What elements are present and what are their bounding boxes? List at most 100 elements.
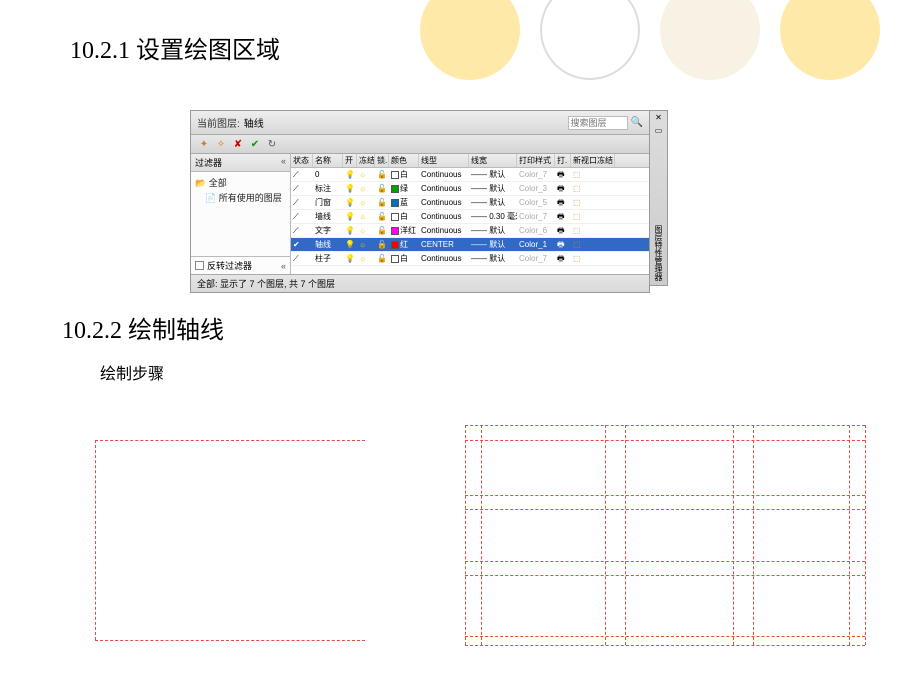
col-lineweight[interactable]: 线宽 (469, 154, 517, 167)
close-icon[interactable]: ✕ (655, 111, 662, 124)
lightbulb-icon[interactable]: 💡 (343, 224, 357, 237)
sun-icon[interactable]: ☼ (357, 168, 375, 181)
filter-used[interactable]: 📄 所有使用的图层 (195, 190, 286, 205)
lock-icon[interactable]: 🔓 (375, 182, 389, 195)
layer-lineweight[interactable]: —— 默认 (469, 182, 517, 195)
new-layer-icon[interactable]: ✦ (197, 137, 211, 151)
layer-row[interactable]: ✔轴线💡☼🔓红CENTER—— 默认Color_1🖶⬚ (291, 238, 649, 252)
sun-icon[interactable]: ☼ (357, 238, 375, 251)
status-icon: ⟋ (291, 210, 313, 223)
printer-icon[interactable]: 🖶 (555, 252, 571, 265)
axis-line-horizontal (465, 495, 865, 496)
lock-icon[interactable]: 🔓 (375, 238, 389, 251)
collapse-footer-icon[interactable]: « (281, 261, 286, 271)
sun-icon[interactable]: ☼ (357, 252, 375, 265)
lightbulb-icon[interactable]: 💡 (343, 210, 357, 223)
lock-icon[interactable]: 🔓 (375, 252, 389, 265)
vpfreeze-icon[interactable]: ⬚ (571, 224, 615, 237)
layer-plotstyle: Color_7 (517, 252, 555, 265)
col-plot[interactable]: 打. (555, 154, 571, 167)
panel-toolbar: ✦ ✧ ✘ ✔ ↻ (191, 135, 649, 154)
vpfreeze-icon[interactable]: ⬚ (571, 182, 615, 195)
delete-layer-icon[interactable]: ✘ (231, 137, 245, 151)
layer-color[interactable]: 白 (389, 210, 419, 223)
printer-icon[interactable]: 🖶 (555, 182, 571, 195)
filter-tree-title: 过滤器 (195, 156, 222, 169)
lock-icon[interactable]: 🔓 (375, 196, 389, 209)
sun-icon[interactable]: ☼ (357, 182, 375, 195)
layer-color[interactable]: 红 (389, 238, 419, 251)
lightbulb-icon[interactable]: 💡 (343, 196, 357, 209)
vpfreeze-icon[interactable]: ⬚ (571, 210, 615, 223)
layer-linetype[interactable]: Continuous (419, 168, 469, 181)
status-icon: ⟋ (291, 182, 313, 195)
layer-name: 墙线 (313, 210, 343, 223)
vpfreeze-icon[interactable]: ⬚ (571, 168, 615, 181)
lock-icon[interactable]: 🔓 (375, 210, 389, 223)
layer-lineweight[interactable]: —— 0.30 毫米 (469, 210, 517, 223)
layer-lineweight[interactable]: —— 默认 (469, 238, 517, 251)
layer-lineweight[interactable]: —— 默认 (469, 196, 517, 209)
layer-row[interactable]: ⟋文字💡☼🔓洋红Continuous—— 默认Color_6🖶⬚ (291, 224, 649, 238)
col-plotstyle[interactable]: 打印样式 (517, 154, 555, 167)
col-lock[interactable]: 锁... (375, 154, 389, 167)
sun-icon[interactable]: ☼ (357, 224, 375, 237)
col-on[interactable]: 开 (343, 154, 357, 167)
lightbulb-icon[interactable]: 💡 (343, 168, 357, 181)
printer-icon[interactable]: 🖶 (555, 238, 571, 251)
layer-color[interactable]: 白 (389, 168, 419, 181)
panel-side-title: 图层特性管理器 (653, 225, 664, 285)
filter-all[interactable]: 📂 全部 (195, 175, 286, 190)
layer-linetype[interactable]: CENTER (419, 238, 469, 251)
invert-filter-checkbox[interactable] (195, 261, 204, 270)
col-name[interactable]: 名称 (313, 154, 343, 167)
layer-plotstyle: Color_3 (517, 182, 555, 195)
layer-lineweight[interactable]: —— 默认 (469, 252, 517, 265)
layer-row[interactable]: ⟋柱子💡☼🔓白Continuous—— 默认Color_7🖶⬚ (291, 252, 649, 266)
search-icon[interactable]: 🔍 (631, 117, 643, 128)
col-linetype[interactable]: 线型 (419, 154, 469, 167)
set-current-icon[interactable]: ✔ (248, 137, 262, 151)
layer-search-input[interactable] (568, 116, 628, 130)
vpfreeze-icon[interactable]: ⬚ (571, 238, 615, 251)
layer-row[interactable]: ⟋0💡☼🔓白Continuous—— 默认Color_7🖶⬚ (291, 168, 649, 182)
layer-color[interactable]: 白 (389, 252, 419, 265)
layer-linetype[interactable]: Continuous (419, 210, 469, 223)
layer-color[interactable]: 绿 (389, 182, 419, 195)
layer-color[interactable]: 蓝 (389, 196, 419, 209)
layer-linetype[interactable]: Continuous (419, 182, 469, 195)
vpfreeze-icon[interactable]: ⬚ (571, 196, 615, 209)
lock-icon[interactable]: 🔓 (375, 224, 389, 237)
pin-icon[interactable]: ▭ (655, 124, 663, 137)
layer-row[interactable]: ⟋墙线💡☼🔓白Continuous—— 0.30 毫米Color_7🖶⬚ (291, 210, 649, 224)
lock-icon[interactable]: 🔓 (375, 168, 389, 181)
layer-linetype[interactable]: Continuous (419, 252, 469, 265)
printer-icon[interactable]: 🖶 (555, 168, 571, 181)
printer-icon[interactable]: 🖶 (555, 210, 571, 223)
printer-icon[interactable]: 🖶 (555, 196, 571, 209)
layer-lineweight[interactable]: —— 默认 (469, 168, 517, 181)
layer-lineweight[interactable]: —— 默认 (469, 224, 517, 237)
lightbulb-icon[interactable]: 💡 (343, 182, 357, 195)
lightbulb-icon[interactable]: 💡 (343, 252, 357, 265)
layer-row[interactable]: ⟋标注💡☼🔓绿Continuous—— 默认Color_3🖶⬚ (291, 182, 649, 196)
col-color[interactable]: 颜色 (389, 154, 419, 167)
printer-icon[interactable]: 🖶 (555, 224, 571, 237)
collapse-tree-icon[interactable]: « (281, 156, 286, 169)
new-layer-vp-icon[interactable]: ✧ (214, 137, 228, 151)
invert-filter-row[interactable]: 反转过滤器 « (191, 256, 290, 274)
axis-line-vertical (95, 440, 96, 640)
sun-icon[interactable]: ☼ (357, 196, 375, 209)
col-freeze[interactable]: 冻结 (357, 154, 375, 167)
layer-name: 柱子 (313, 252, 343, 265)
layer-linetype[interactable]: Continuous (419, 224, 469, 237)
layer-color[interactable]: 洋红 (389, 224, 419, 237)
sun-icon[interactable]: ☼ (357, 210, 375, 223)
col-vpfreeze[interactable]: 新视口冻结 (571, 154, 615, 167)
vpfreeze-icon[interactable]: ⬚ (571, 252, 615, 265)
lightbulb-icon[interactable]: 💡 (343, 238, 357, 251)
col-status[interactable]: 状态 (291, 154, 313, 167)
layer-linetype[interactable]: Continuous (419, 196, 469, 209)
layer-row[interactable]: ⟋门窗💡☼🔓蓝Continuous—— 默认Color_5🖶⬚ (291, 196, 649, 210)
refresh-icon[interactable]: ↻ (265, 137, 279, 151)
